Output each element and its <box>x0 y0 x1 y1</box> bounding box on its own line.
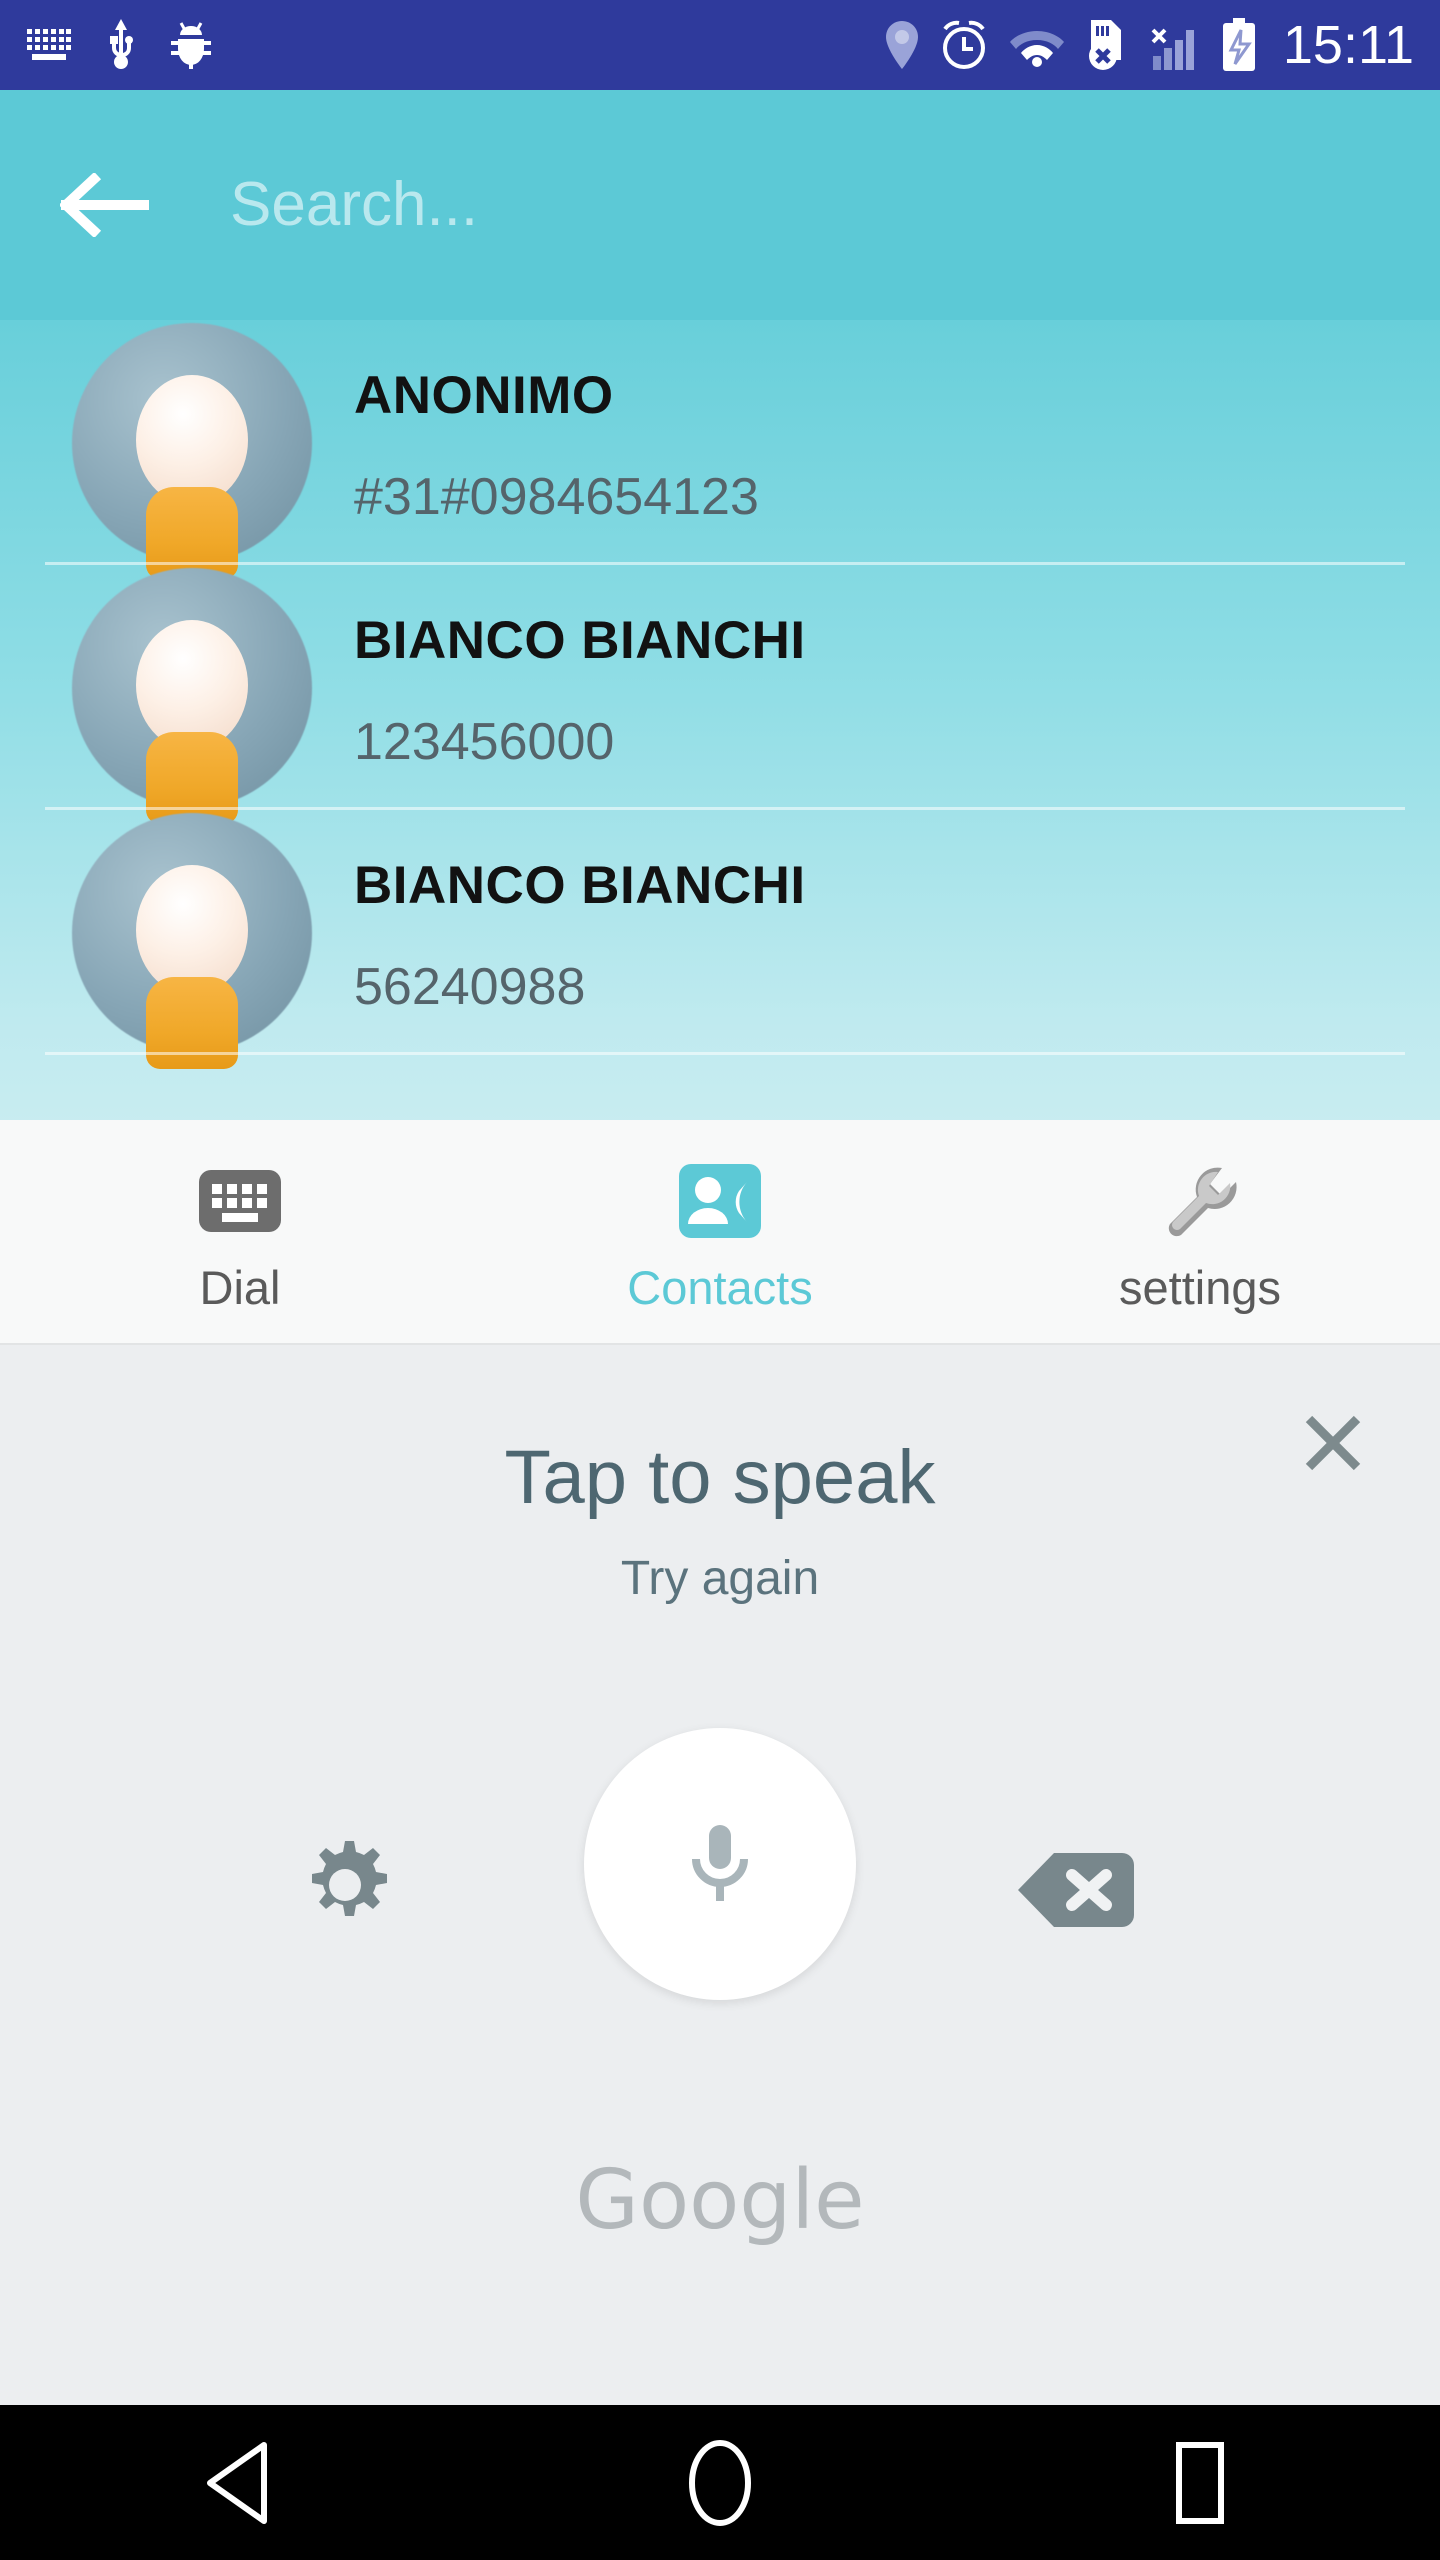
contact-text: BIANCO BIANCHI 123456000 <box>354 568 806 808</box>
keypad-icon <box>199 1162 281 1240</box>
table-row[interactable]: ANONIMO #31#0984654123 <box>0 320 1440 579</box>
contact-number: #31#0984654123 <box>354 468 759 527</box>
signal-icon <box>1149 18 1201 72</box>
battery-charging-icon <box>1221 18 1257 72</box>
nav-home-button[interactable] <box>620 2405 820 2560</box>
contact-name: ANONIMO <box>354 365 614 425</box>
tab-label-dial: Dial <box>199 1261 281 1314</box>
location-icon <box>885 20 919 70</box>
status-bar-left-icons <box>26 19 212 71</box>
contact-text: ANONIMO #31#0984654123 <box>354 323 759 563</box>
sim-error-icon <box>1085 18 1129 72</box>
bug-icon <box>170 19 212 71</box>
contact-number: 56240988 <box>354 958 586 1017</box>
tab-label-contacts: Contacts <box>627 1261 813 1314</box>
keyboard-icon <box>26 27 72 63</box>
wrench-icon <box>1160 1162 1240 1240</box>
gear-icon <box>312 1841 387 1916</box>
contact-text: BIANCO BIANCHI 56240988 <box>354 813 806 1053</box>
voice-subtitle: Try again <box>620 1552 820 1605</box>
voice-settings-button[interactable] <box>290 1830 400 1940</box>
contact-name: BIANCO BIANCHI <box>354 610 806 670</box>
status-bar-clock: 15:11 <box>1282 15 1414 75</box>
tab-label-settings: settings <box>1119 1261 1281 1314</box>
status-bar: 15:11 <box>0 0 1440 90</box>
microphone-button[interactable] <box>584 1728 856 2000</box>
nav-back-button[interactable] <box>140 2405 340 2560</box>
contact-number: 123456000 <box>354 713 615 772</box>
avatar <box>72 812 312 1069</box>
alarm-icon <box>939 19 989 71</box>
phone-screen: 15:11 Search... ANONIMO #31#0984654123 B… <box>0 0 1440 2560</box>
avatar <box>72 322 312 579</box>
row-divider <box>45 1052 1405 1055</box>
search-placeholder: Search... <box>230 170 479 239</box>
usb-icon <box>106 19 136 71</box>
square-recents-icon <box>1176 2441 1224 2524</box>
nav-recents-button[interactable] <box>1100 2405 1300 2560</box>
tab-settings[interactable]: settings <box>960 1120 1440 1343</box>
backspace-button[interactable] <box>1010 1840 1140 1940</box>
back-button[interactable] <box>30 130 180 280</box>
tab-dial[interactable]: Dial <box>0 1120 480 1343</box>
voice-title: Tap to speak <box>504 1435 936 1520</box>
avatar <box>72 567 312 824</box>
contact-card-icon <box>679 1162 761 1240</box>
contact-name: BIANCO BIANCHI <box>354 855 806 915</box>
microphone-icon <box>692 1825 748 1901</box>
table-row[interactable]: BIANCO BIANCHI 56240988 <box>0 810 1440 1069</box>
circle-home-icon <box>689 2439 751 2526</box>
search-input[interactable]: Search... <box>180 145 1440 265</box>
wifi-icon <box>1009 23 1065 67</box>
search-bar: Search... <box>0 90 1440 320</box>
android-navigation-bar <box>0 2405 1440 2560</box>
status-bar-right-icons: 15:11 <box>885 18 1414 72</box>
triangle-back-icon <box>207 2441 267 2524</box>
tab-contacts[interactable]: Contacts <box>480 1120 960 1343</box>
table-row[interactable]: BIANCO BIANCHI 123456000 <box>0 565 1440 824</box>
backspace-icon <box>1018 1853 1134 1927</box>
google-wordmark: Google <box>575 2153 865 2248</box>
bottom-tab-bar: Dial Contacts settings <box>0 1120 1440 1345</box>
